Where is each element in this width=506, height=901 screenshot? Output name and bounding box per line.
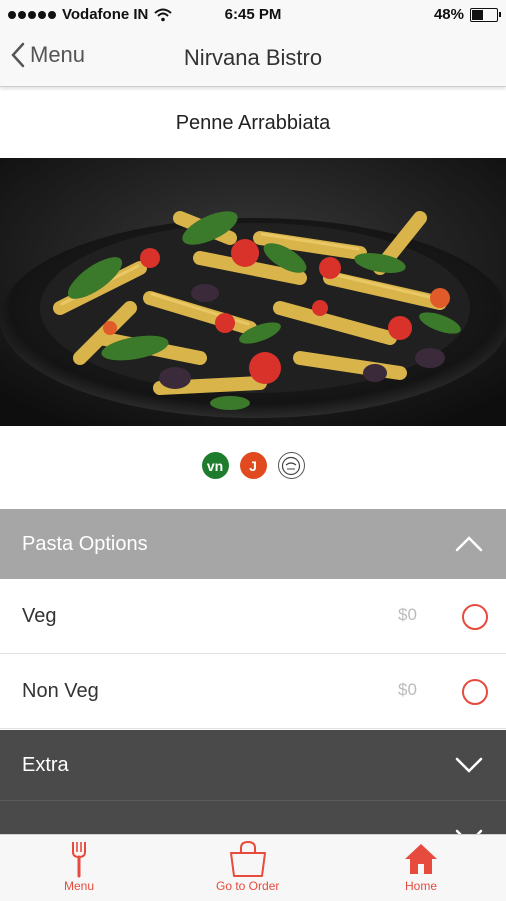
fork-icon: [72, 842, 87, 878]
dish-photo: [0, 158, 506, 426]
option-row-veg[interactable]: Veg $0: [0, 580, 506, 654]
no-spice-badge-icon: [277, 452, 305, 479]
option-price: $0: [398, 605, 417, 624]
chevron-down-icon: [455, 757, 483, 773]
dish-title: Penne Arrabbiata: [175, 112, 331, 134]
chevron-up-icon: [455, 536, 483, 552]
clock: 6:45 PM: [224, 6, 282, 23]
home-icon: [405, 844, 437, 874]
battery-icon: [470, 7, 501, 22]
tab-label: Menu: [64, 879, 95, 893]
shopping-bag-icon: [229, 840, 266, 877]
option-radio[interactable]: [462, 679, 488, 705]
dietary-badges: vn J: [0, 452, 506, 479]
option-row-non-veg[interactable]: Non Veg $0: [0, 655, 506, 729]
vegan-badge-icon: vn: [201, 452, 229, 479]
pasta-options-header[interactable]: Pasta Options: [0, 509, 506, 579]
option-price: $0: [398, 680, 417, 699]
tab-label: Home: [404, 879, 437, 893]
option-radio[interactable]: [462, 604, 488, 630]
tab-home[interactable]: Home: [403, 839, 439, 893]
jain-badge-icon: J: [239, 452, 267, 479]
tab-go-to-order[interactable]: Go to Order: [216, 839, 279, 893]
section-label: Extra: [22, 753, 69, 776]
status-bar: Vodafone IN 6:45 PM 48%: [0, 0, 506, 30]
section-label: Pasta Options: [22, 532, 148, 555]
battery-group: 48%: [433, 6, 501, 23]
tab-menu[interactable]: Menu: [64, 839, 94, 893]
bottom-tab-bar: Menu Go to Order Home: [0, 834, 506, 901]
navigation-bar: Menu Nirvana Bistro: [0, 30, 506, 87]
restaurant-title: Nirvana Bistro: [183, 45, 323, 70]
option-name: Non Veg: [22, 680, 99, 702]
battery-percent: 48%: [433, 6, 464, 23]
option-name: Veg: [22, 605, 57, 627]
extra-header[interactable]: Extra: [0, 730, 506, 800]
tab-label: Go to Order: [216, 879, 280, 893]
